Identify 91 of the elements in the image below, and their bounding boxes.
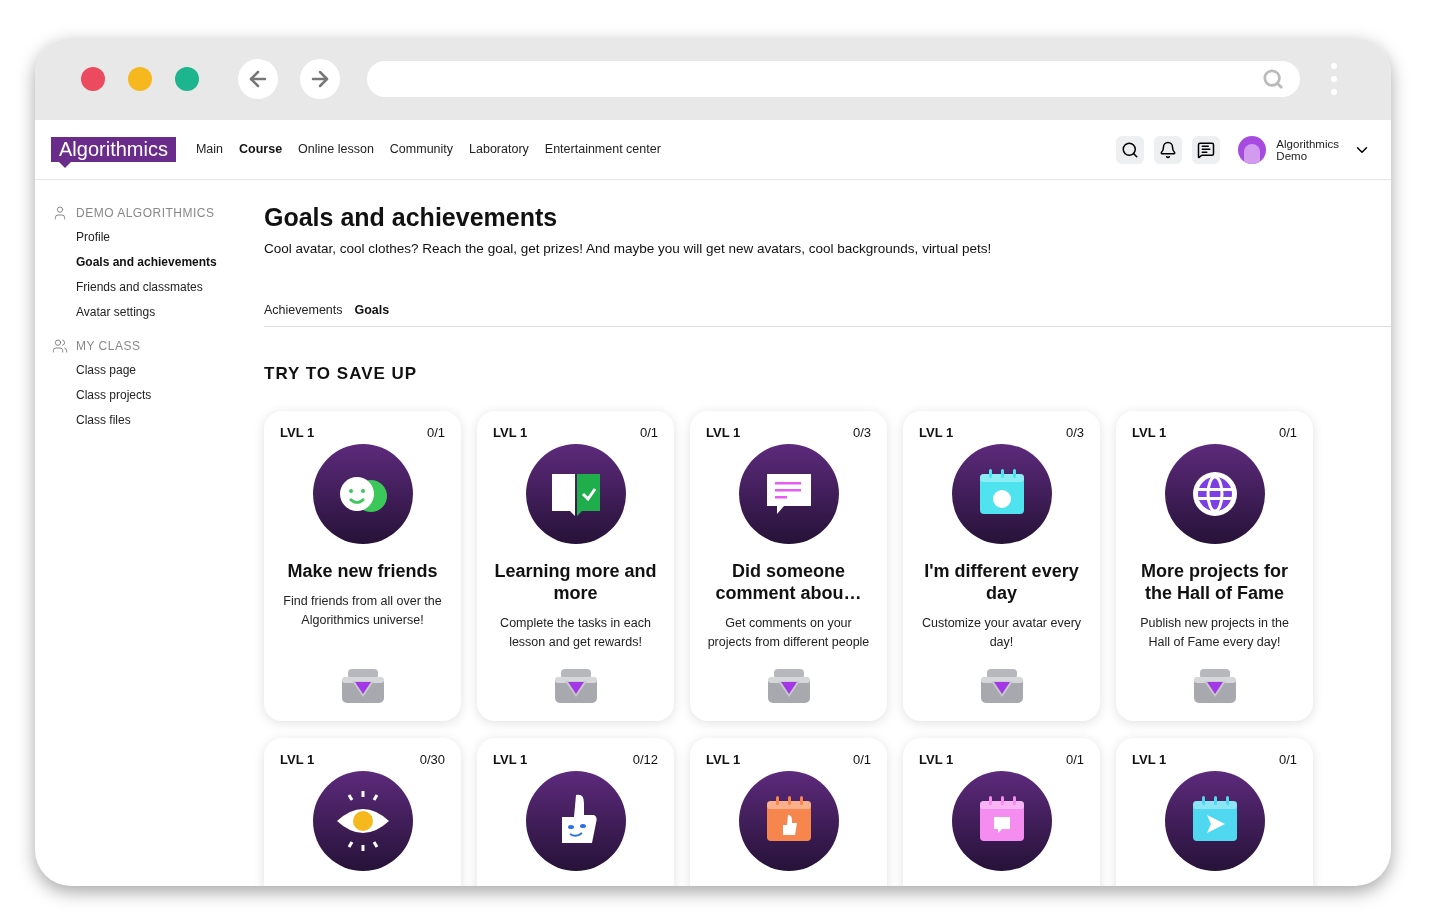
calendar-icon	[951, 771, 1052, 871]
level-label: LVL 1	[919, 423, 954, 442]
goal-card[interactable]: LVL 1 0/30	[264, 737, 461, 886]
nav-link[interactable]: Course	[239, 140, 283, 159]
nav-link[interactable]: Laboratory	[469, 140, 529, 159]
logo[interactable]: Algorithmics	[51, 137, 176, 162]
level-label: LVL 1	[493, 423, 528, 442]
search-button[interactable]	[1116, 135, 1145, 164]
goal-description: Complete the tasks in each lesson and get rewards!	[499, 615, 652, 651]
forward-button[interactable]	[300, 59, 340, 99]
level-label: LVL 1	[1132, 750, 1167, 769]
level-label: LVL 1	[919, 750, 954, 769]
level-label: LVL 1	[1132, 423, 1167, 442]
goal-card[interactable]: LVL 1 0/1	[1116, 737, 1313, 886]
goal-description: Get comments on your projects from different people	[706, 615, 871, 651]
kid-face-icon	[312, 444, 413, 544]
progress-count: 0/1	[639, 423, 658, 442]
progress-count: 0/12	[632, 750, 658, 769]
book-check-icon	[525, 444, 626, 544]
sidebar-item[interactable]: Goals and achievements	[76, 253, 264, 272]
goal-title: Make new friends	[287, 560, 438, 582]
sidebar-heading: MY CLASS	[76, 338, 141, 355]
sidebar-item[interactable]: Avatar settings	[76, 303, 264, 322]
goal-card[interactable]: LVL 1 0/1 Make new friends Find friends from all over the Algorithmics universe!	[264, 410, 461, 721]
user-name[interactable]: Algorithmics	[1276, 137, 1339, 150]
treasure-chest-icon	[978, 666, 1025, 705]
goal-title: Learning more and more	[493, 560, 658, 604]
progress-count: 0/3	[1065, 423, 1084, 442]
treasure-chest-icon	[1191, 666, 1238, 705]
treasure-chest-icon	[765, 666, 812, 705]
back-button[interactable]	[238, 59, 278, 99]
chat-bubble-icon	[1197, 140, 1216, 159]
goal-card[interactable]: LVL 1 0/1 More projects for the Hall of Fame Publish new projects in the Hall of Fame every day!	[1116, 410, 1313, 721]
calendar-icon	[951, 444, 1052, 544]
progress-count: 0/1	[426, 423, 445, 442]
page-subtitle: Cool avatar, cool clothes? Reach the goal, get prizes! And maybe you will get new avatars, cool backgrounds, virtual pets!	[264, 240, 993, 258]
speech-bubble-icon	[738, 444, 839, 544]
sidebar-item[interactable]: Class page	[76, 361, 264, 380]
eye-icon	[312, 771, 413, 871]
thumbs-up-icon	[525, 771, 626, 871]
goal-card[interactable]: LVL 1 0/1	[690, 737, 887, 886]
progress-count: 0/30	[419, 750, 445, 769]
goal-card[interactable]: LVL 1 0/12	[477, 737, 674, 886]
level-label: LVL 1	[706, 750, 741, 769]
level-label: LVL 1	[493, 750, 528, 769]
bell-icon	[1159, 140, 1178, 159]
goal-card[interactable]: LVL 1 0/3 Did someone comment abou… Get comments on your projects from different people	[690, 410, 887, 721]
progress-count: 0/1	[852, 750, 871, 769]
level-label: LVL 1	[280, 423, 315, 442]
progress-count: 0/3	[852, 423, 871, 442]
logo-tail-icon	[59, 162, 71, 168]
nav-link[interactable]: Main	[195, 140, 223, 159]
sidebar-item[interactable]: Profile	[76, 228, 264, 247]
goal-description: Publish new projects in the Hall of Fame every day!	[1139, 615, 1290, 651]
page-title: Goals and achievements	[264, 202, 559, 232]
globe-icon	[1164, 444, 1265, 544]
treasure-chest-icon	[552, 666, 599, 705]
user-name[interactable]: Demo	[1276, 149, 1339, 162]
section-title: TRY TO SAVE UP	[264, 363, 419, 385]
sidebar-item[interactable]: Class projects	[76, 386, 264, 405]
tab[interactable]: Achievements	[264, 301, 343, 320]
treasure-chest-icon	[339, 666, 386, 705]
sidebar-item[interactable]: Friends and classmates	[76, 278, 264, 297]
goal-card[interactable]: LVL 1 0/3 I'm different every day Customize your avatar every day!	[903, 410, 1100, 721]
progress-count: 0/1	[1065, 750, 1084, 769]
goal-title: Did someone comment abou…	[714, 560, 863, 604]
person-icon	[52, 205, 68, 221]
sidebar-item[interactable]: Class files	[76, 411, 264, 430]
goal-title: I'm different every day	[923, 560, 1080, 604]
goal-description: Customize your avatar every day!	[920, 615, 1083, 651]
tab[interactable]: Goals	[354, 301, 390, 320]
level-label: LVL 1	[280, 750, 315, 769]
goal-card[interactable]: LVL 1 0/1 Learning more and more Complete the tasks in each lesson and get rewards!	[477, 410, 674, 721]
sidebar-heading: DEMO ALGORITHMICS	[76, 205, 215, 222]
people-icon	[52, 338, 68, 354]
calendar-icon	[1164, 771, 1265, 871]
goal-title: More projects for the Hall of Fame	[1140, 560, 1289, 604]
search-icon	[1121, 140, 1140, 159]
goal-card[interactable]: LVL 1 0/1	[903, 737, 1100, 886]
calendar-icon	[738, 771, 839, 871]
nav-link[interactable]: Online lesson	[298, 140, 374, 159]
goal-description: Find friends from all over the Algorithmics universe!	[282, 593, 443, 629]
notifications-button[interactable]	[1154, 135, 1183, 164]
messages-button[interactable]	[1192, 135, 1221, 164]
search-icon	[1262, 68, 1284, 90]
progress-count: 0/1	[1278, 423, 1297, 442]
nav-link[interactable]: Entertainment center	[544, 140, 661, 159]
nav-link[interactable]: Community	[389, 140, 454, 159]
level-label: LVL 1	[706, 423, 741, 442]
progress-count: 0/1	[1278, 750, 1297, 769]
user-avatar[interactable]	[1238, 135, 1267, 164]
